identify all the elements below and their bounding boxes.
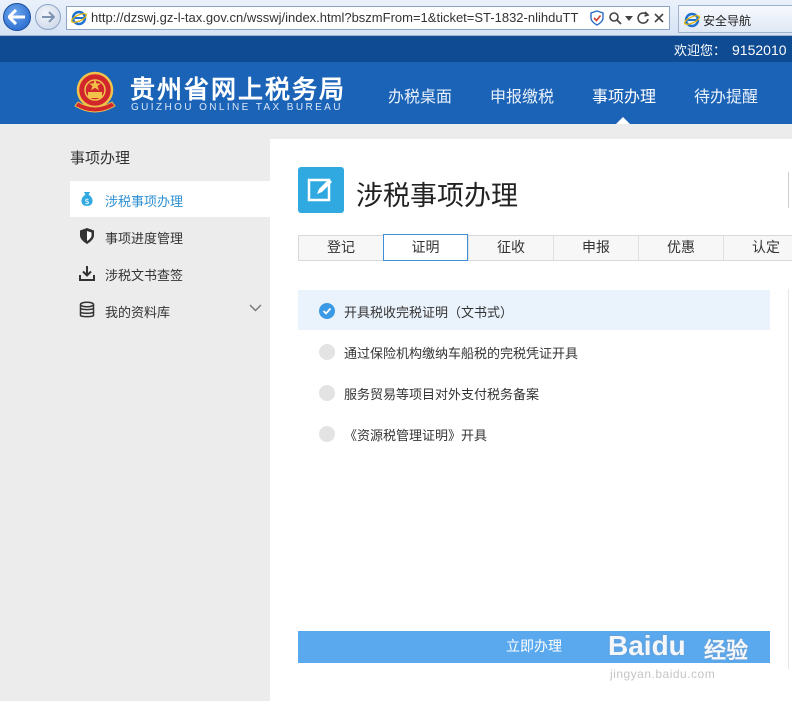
sidebar-item-documents[interactable]: 涉税文书查签: [70, 255, 270, 291]
nav-todo[interactable]: 待办提醒: [694, 83, 758, 107]
radio-unselected[interactable]: [319, 385, 335, 401]
tab-collection[interactable]: 征收: [468, 236, 553, 260]
dropdown-icon[interactable]: [625, 14, 633, 22]
sidebar-item-label: 我的资料库: [105, 306, 171, 321]
divider: [788, 289, 789, 669]
check-icon: [322, 307, 332, 315]
watermark: Baidu 经验 jingyan.baidu.com: [608, 630, 792, 690]
tab-certificate[interactable]: 证明: [383, 234, 468, 261]
top-bar: 欢迎您： 9152010: [0, 36, 792, 62]
address-icons: [589, 10, 665, 26]
browser-tab[interactable]: 安全导航: [678, 5, 792, 33]
chevron-down-icon[interactable]: [249, 304, 262, 312]
option-label: 《资源税管理证明》开具: [344, 429, 488, 444]
edit-icon: [307, 178, 332, 202]
forward-button[interactable]: [35, 4, 61, 30]
radio-unselected[interactable]: [319, 344, 335, 360]
nav-tax-desktop[interactable]: 办税桌面: [388, 83, 452, 107]
sidebar-item-tax-matters[interactable]: $ 涉税事项办理: [70, 181, 270, 217]
option-outbound-payment-filing[interactable]: 服务贸易等项目对外支付税务备案: [298, 372, 770, 412]
download-icon: [79, 266, 95, 281]
sidebar: 事项办理 $ 涉税事项办理 事项进度管理 涉税文书查签 我的资料库: [0, 124, 270, 701]
sidebar-item-label: 涉税文书查签: [105, 269, 184, 284]
tab-preferential[interactable]: 优惠: [638, 236, 723, 260]
refresh-icon[interactable]: [636, 11, 650, 25]
search-icon[interactable]: [608, 11, 622, 25]
site-logo-title: 贵州省网上税务局: [130, 75, 347, 104]
browser-tab-title: 安全导航: [703, 14, 752, 28]
nav-declare-pay[interactable]: 申报缴税: [490, 83, 554, 107]
welcome-label: 欢迎您：: [674, 44, 727, 59]
watermark-brand-cn: 经验: [704, 639, 749, 664]
welcome-text: 欢迎您： 9152010: [674, 40, 787, 59]
national-emblem-icon: [74, 71, 116, 113]
sidebar-title: 事项办理: [70, 149, 131, 167]
radio-selected[interactable]: [319, 303, 335, 319]
url-text[interactable]: http://dzswj.gz-l-tax.gov.cn/wsswj/index…: [91, 10, 583, 25]
watermark-url: jingyan.baidu.com: [610, 667, 716, 681]
shield-icon: [80, 228, 94, 244]
main-panel: 涉税事项办理 登记 证明 征收 申报 优惠 认定 开具税收完税证明（文书式） 通…: [270, 139, 792, 701]
browser-toolbar: http://dzswj.gz-l-tax.gov.cn/wsswj/index…: [0, 0, 792, 36]
sidebar-item-label: 涉税事项办理: [105, 195, 184, 210]
nav-matters[interactable]: 事项办理: [592, 83, 656, 107]
divider: [788, 172, 789, 208]
option-label: 通过保险机构缴纳车船税的完税凭证开具: [344, 347, 579, 362]
ie-icon: [71, 10, 87, 26]
radio-unselected[interactable]: [319, 426, 335, 442]
address-bar[interactable]: http://dzswj.gz-l-tax.gov.cn/wsswj/index…: [66, 6, 670, 30]
tab-register[interactable]: 登记: [298, 236, 383, 260]
sidebar-item-library[interactable]: 我的资料库: [70, 292, 270, 328]
database-icon: [79, 301, 95, 318]
edit-icon-box: [298, 167, 344, 213]
site-logo-subtitle: GUIZHOU ONLINE TAX BUREAU: [131, 102, 343, 113]
svg-text:$: $: [84, 197, 89, 206]
nav-active-caret: [616, 117, 630, 124]
option-label: 开具税收完税证明（文书式）: [344, 306, 514, 321]
shield-icon[interactable]: [589, 10, 605, 26]
arrow-right-icon: [42, 11, 55, 23]
option-tax-payment-certificate[interactable]: 开具税收完税证明（文书式）: [298, 290, 770, 330]
arrow-left-icon: [8, 9, 25, 25]
ie-tab-icon: [684, 12, 700, 28]
sidebar-item-progress[interactable]: 事项进度管理: [70, 218, 270, 254]
user-id[interactable]: 9152010: [732, 42, 787, 58]
option-label: 服务贸易等项目对外支付税务备案: [344, 388, 540, 403]
page-title: 涉税事项办理: [356, 181, 518, 212]
tab-declare[interactable]: 申报: [553, 236, 638, 260]
back-button[interactable]: [3, 3, 31, 31]
close-icon[interactable]: [653, 12, 665, 24]
site-header: 贵州省网上税务局 GUIZHOU ONLINE TAX BUREAU 办税桌面 …: [0, 62, 792, 124]
watermark-brand: Baidu: [608, 630, 686, 661]
money-bag-icon: $: [81, 192, 93, 206]
category-tabs: 登记 证明 征收 申报 优惠 认定: [298, 234, 792, 261]
sidebar-item-label: 事项进度管理: [105, 232, 184, 247]
option-resource-tax-certificate[interactable]: 《资源税管理证明》开具: [298, 413, 770, 453]
option-vehicle-tax-voucher[interactable]: 通过保险机构缴纳车船税的完税凭证开具: [298, 331, 770, 371]
tab-certify[interactable]: 认定: [723, 236, 792, 260]
